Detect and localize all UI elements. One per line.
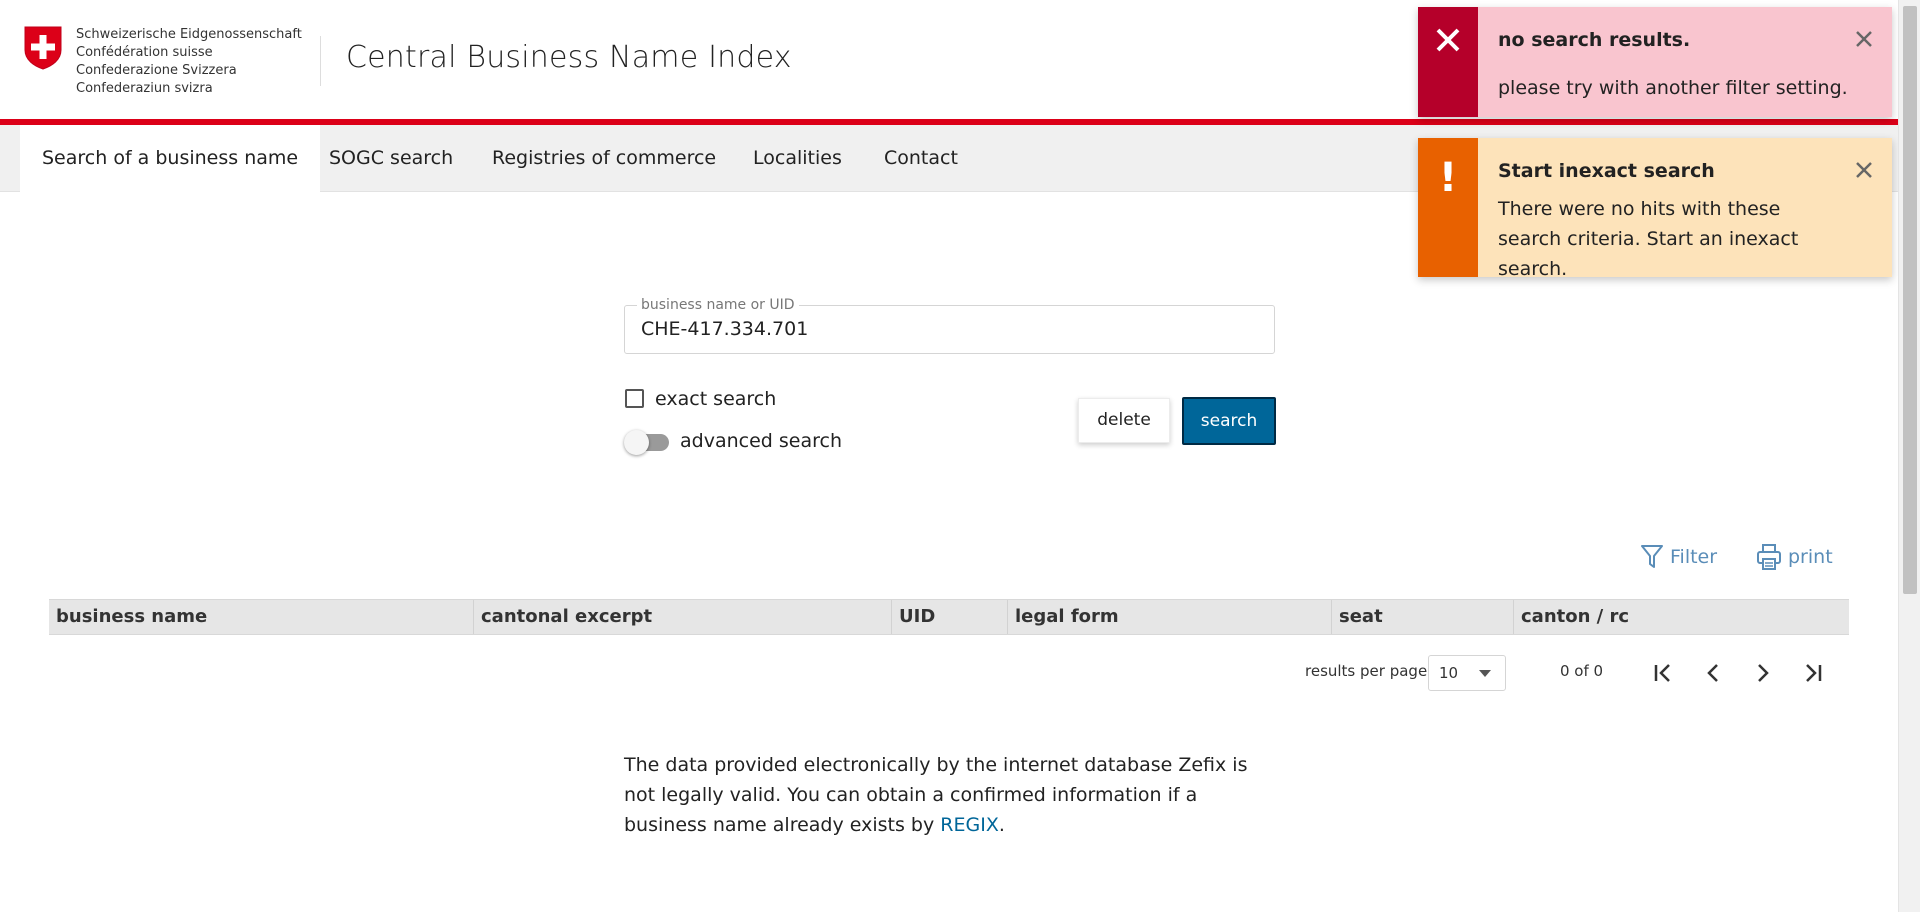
- column-business-name[interactable]: business name: [49, 600, 473, 634]
- results-per-page-label: results per page: [1305, 662, 1428, 680]
- tab-localities[interactable]: Localities: [731, 125, 864, 192]
- results-per-page-value: 10: [1439, 664, 1459, 682]
- business-name-field-label: business name or UID: [637, 297, 799, 313]
- last-page-button[interactable]: [1794, 654, 1832, 692]
- warning-toast-message[interactable]: There were no hits with these search cri…: [1498, 194, 1848, 284]
- page-scrollbar[interactable]: [1898, 0, 1920, 912]
- swiss-coat-of-arms-icon[interactable]: [24, 26, 62, 70]
- exact-search-label[interactable]: exact search: [655, 388, 776, 410]
- scrollbar-thumb[interactable]: [1903, 6, 1917, 594]
- confederation-name-de: Schweizerische Eidgenossenschaft: [76, 27, 302, 42]
- warning-toast-bar: !: [1418, 138, 1478, 277]
- regix-link[interactable]: REGIX: [940, 814, 999, 836]
- results-table-header: business name cantonal excerpt UID legal…: [49, 599, 1849, 635]
- confederation-name-it: Confederazione Svizzera: [76, 63, 237, 78]
- column-seat[interactable]: seat: [1331, 600, 1513, 634]
- exclamation-icon: !: [1438, 155, 1458, 201]
- warning-toast: ! Start inexact search There were no hit…: [1418, 138, 1892, 280]
- confederation-name-rm: Confederaziun svizra: [76, 81, 213, 96]
- header-divider: [320, 36, 321, 86]
- last-page-icon: [1806, 664, 1822, 682]
- app-title[interactable]: Central Business Name Index: [346, 40, 792, 75]
- error-toast: no search results. please try with anoth…: [1418, 7, 1892, 117]
- previous-page-button[interactable]: [1694, 654, 1732, 692]
- error-toast-close-button[interactable]: [1852, 27, 1876, 51]
- chevron-right-icon: [1758, 664, 1769, 682]
- confederation-name-fr: Confédération suisse: [76, 45, 213, 60]
- results-per-page-select[interactable]: 10: [1428, 655, 1506, 691]
- tab-contact[interactable]: Contact: [862, 125, 980, 192]
- first-page-icon: [1654, 664, 1670, 682]
- business-name-input[interactable]: [641, 318, 1251, 340]
- page-range-label: 0 of 0: [1560, 662, 1604, 680]
- disclaimer-body: The data provided electronically by the …: [624, 754, 1248, 836]
- disclaimer-text: The data provided electronically by the …: [624, 750, 1276, 840]
- printer-icon: [1757, 544, 1781, 570]
- column-uid[interactable]: UID: [891, 600, 1007, 634]
- chevron-left-icon: [1707, 664, 1718, 682]
- tab-search-business-name[interactable]: Search of a business name: [20, 125, 321, 192]
- error-toast-title: no search results.: [1498, 29, 1691, 51]
- warning-toast-close-button[interactable]: [1852, 158, 1876, 182]
- tab-registries-of-commerce[interactable]: Registries of commerce: [470, 125, 738, 192]
- chevron-down-icon: [1479, 670, 1491, 677]
- error-toast-message: please try with another filter setting.: [1498, 77, 1848, 99]
- error-toast-bar: [1418, 7, 1478, 117]
- column-legal-form[interactable]: legal form: [1007, 600, 1331, 634]
- first-page-button[interactable]: [1644, 654, 1682, 692]
- filter-label: Filter: [1670, 546, 1718, 568]
- print-button[interactable]: print: [1756, 540, 1833, 574]
- disclaimer-end: .: [998, 814, 1005, 836]
- confederation-names: Schweizerische Eidgenossenschaft Confédé…: [76, 26, 302, 98]
- next-page-button[interactable]: [1744, 654, 1782, 692]
- exact-search-checkbox[interactable]: [625, 389, 644, 408]
- search-button[interactable]: search: [1182, 397, 1276, 445]
- advanced-search-toggle-knob[interactable]: [624, 430, 649, 455]
- column-cantonal-excerpt[interactable]: cantonal excerpt: [473, 600, 891, 634]
- delete-button[interactable]: delete: [1078, 398, 1170, 443]
- filter-button[interactable]: Filter: [1640, 540, 1717, 574]
- print-label: print: [1788, 546, 1833, 568]
- close-icon: [1856, 162, 1872, 178]
- funnel-icon: [1641, 545, 1663, 568]
- close-icon: [1856, 31, 1872, 47]
- x-icon: [1436, 28, 1460, 52]
- business-name-field: business name or UID: [624, 297, 1275, 354]
- warning-toast-title: Start inexact search: [1498, 160, 1715, 182]
- tab-sogc-search[interactable]: SOGC search: [307, 125, 475, 192]
- page: Schweizerische Eidgenossenschaft Confédé…: [0, 0, 1920, 912]
- column-canton-rc[interactable]: canton / rc: [1513, 600, 1849, 634]
- advanced-search-label[interactable]: advanced search: [680, 430, 842, 452]
